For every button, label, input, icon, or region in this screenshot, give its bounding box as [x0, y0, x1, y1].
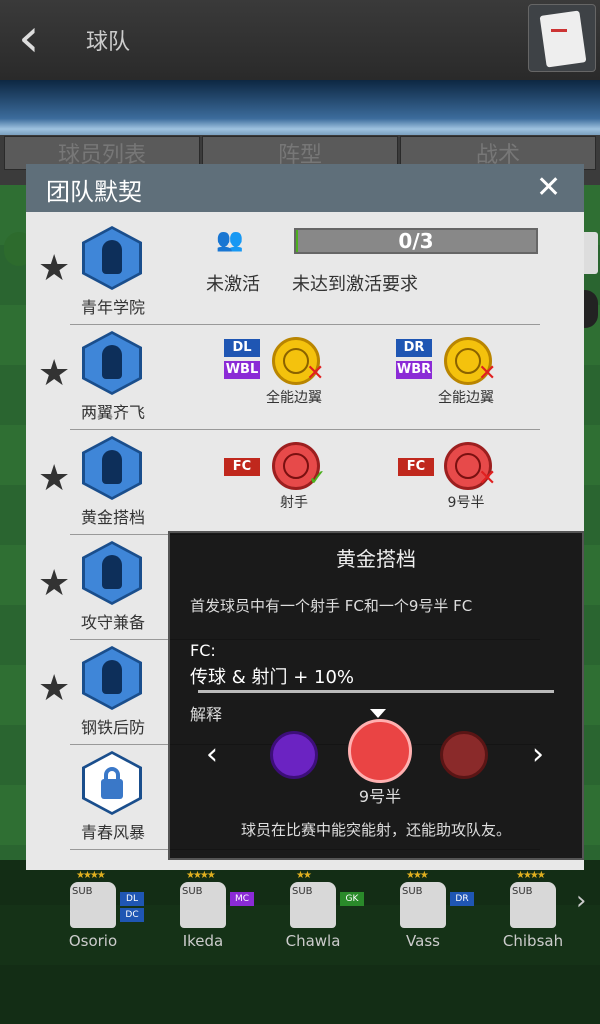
star-icon: ★ [38, 248, 71, 289]
tooltip-bonus: 传球 & 射门 + 10% [190, 667, 355, 688]
requirement-text: 未达到激活要求 [292, 274, 418, 295]
rating-stars: ★★★★ [186, 870, 216, 881]
back-arrow-icon[interactable]: ‹ [18, 11, 58, 68]
chemistry-row-wings[interactable]: ★ 两翼齐飞 DL WBL ✕ 全能边翼 DR WBR ✕ 全能边翼 [26, 325, 584, 430]
rating-stars: ★★★ [406, 870, 429, 881]
sub-label: SUB [182, 886, 203, 897]
explain-label: 解释 [190, 705, 223, 724]
position-tag: DR [396, 339, 432, 357]
close-icon[interactable]: ✕ [536, 170, 561, 205]
chemistry-row-youth-academy[interactable]: ★ 青年学院 👥 未激活 0/3 未达到激活要求 [26, 220, 584, 325]
position-tag: DC [120, 908, 144, 922]
cross-icon: ✕ [478, 361, 497, 386]
striker-option-icon[interactable] [440, 731, 488, 779]
sub-label: SUB [292, 886, 313, 897]
position-tag: WBR [396, 361, 432, 379]
sub-label: SUB [72, 886, 93, 897]
youth-academy-icon [82, 226, 142, 290]
skill-label: 全能边翼 [438, 390, 494, 406]
star-icon: ★ [38, 353, 71, 394]
selected-indicator-icon [370, 709, 386, 718]
handshake-icon [82, 436, 142, 500]
second-striker-icon[interactable] [348, 719, 412, 783]
chevron-right-icon[interactable]: › [576, 886, 586, 916]
chevron-right-icon[interactable]: › [532, 737, 544, 772]
star-icon: ★ [38, 563, 71, 604]
position-tag: FC [398, 458, 434, 476]
cross-icon: ✕ [478, 466, 497, 491]
bench-player[interactable]: ★★★★ SUB Osorio DL DC [60, 868, 170, 968]
clipboard-icon[interactable] [528, 4, 596, 72]
player-name: Ikeda [182, 932, 224, 950]
page-title: 球队 [86, 30, 131, 55]
row-label: 黄金搭档 [80, 508, 145, 527]
tooltip-description: 首发球员中有一个射手 FC和一个9号半 FC [190, 597, 473, 615]
rating-stars: ★★★★ [516, 870, 546, 881]
player-name: Osorio [68, 932, 118, 950]
position-tag: GK [340, 892, 364, 906]
row-label: 青春风暴 [80, 823, 145, 842]
lock-icon [82, 751, 142, 815]
modal-title: 团队默契 [46, 178, 142, 206]
iron-defense-icon [82, 646, 142, 710]
skill-option-icon[interactable] [270, 731, 318, 779]
position-tag: DR [450, 892, 474, 906]
row-label: 钢铁后防 [80, 718, 145, 737]
sub-label: SUB [402, 886, 423, 897]
row-label: 青年学院 [80, 298, 145, 317]
skill-label: 9号半 [447, 495, 485, 511]
divider [198, 690, 554, 693]
tooltip-footer: 球员在比赛中能突能射，还能助攻队友。 [240, 821, 511, 839]
position-tag: FC [224, 458, 260, 476]
player-name: Chibsah [502, 932, 564, 950]
progress-bar: 0/3 [294, 228, 538, 254]
position-tag: MC [230, 892, 254, 906]
bench-player[interactable]: ★★ SUB Chawla GK [280, 868, 390, 968]
rating-stars: ★★★★ [76, 870, 106, 881]
star-icon: ★ [38, 668, 71, 709]
sub-label: SUB [512, 886, 533, 897]
position-tag: DL [224, 339, 260, 357]
star-icon: ★ [38, 458, 71, 499]
player-name: Vass [406, 932, 440, 950]
top-bar: ‹ 球队 [0, 0, 600, 80]
row-label: 两翼齐飞 [80, 403, 145, 422]
attack-defense-icon [82, 541, 142, 605]
modal-header: 团队默契 ✕ [26, 164, 584, 212]
skill-label: 全能边翼 [266, 390, 322, 406]
status-text: 未激活 [206, 274, 260, 295]
selected-skill-label: 9号半 [358, 787, 402, 806]
chemistry-row-golden-partners[interactable]: ★ 黄金搭档 FC ✓ 射手 FC ✕ 9号半 [26, 430, 584, 535]
chemistry-tooltip: 黄金搭档 首发球员中有一个射手 FC和一个9号半 FC FC: 传球 & 射门 … [168, 531, 584, 860]
position-tag: WBL [224, 361, 260, 379]
people-icon: 👥 [216, 228, 244, 253]
bench-player[interactable]: ★★★ SUB Vass DR [390, 868, 500, 968]
chevron-left-icon[interactable]: ‹ [206, 737, 218, 772]
position-tag: DL [120, 892, 144, 906]
bench-player[interactable]: ★★★★ SUB Ikeda MC [170, 868, 280, 968]
rating-stars: ★★ [296, 870, 312, 881]
bench-player[interactable]: ★★★★ SUB Chibsah [500, 868, 600, 968]
cross-icon: ✕ [306, 361, 325, 386]
check-icon: ✓ [308, 466, 327, 491]
tooltip-position: FC: [190, 641, 216, 660]
tooltip-title: 黄金搭档 [336, 547, 416, 571]
progress-text: 0/3 [398, 229, 434, 253]
player-name: Chawla [285, 932, 341, 950]
skill-label: 射手 [280, 495, 308, 511]
row-label: 攻守兼备 [80, 613, 145, 632]
wings-icon [82, 331, 142, 395]
